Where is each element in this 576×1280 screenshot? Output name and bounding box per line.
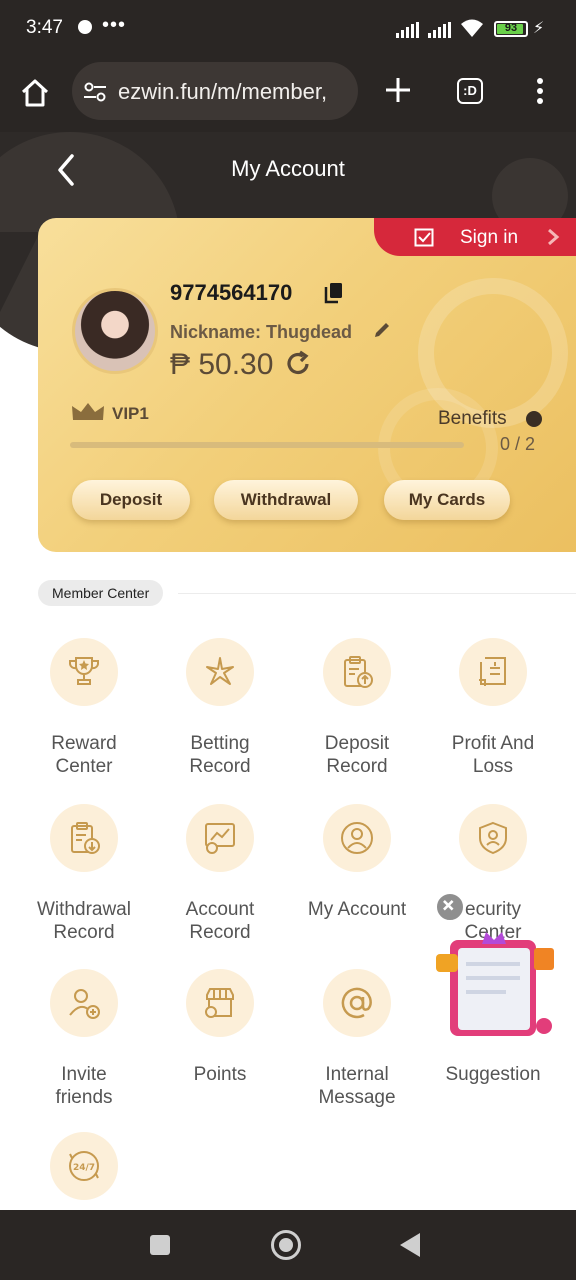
copy-icon[interactable]	[324, 282, 344, 304]
back-button[interactable]	[400, 1233, 420, 1257]
monitor-chart-icon	[186, 804, 254, 872]
member-item-reward-center[interactable]: Reward Center	[14, 638, 154, 778]
balance-amount: ₱ 50.30	[170, 348, 274, 381]
charging-icon: ⚡	[533, 20, 545, 37]
status-more-dots: •••	[102, 14, 127, 36]
divider	[178, 593, 576, 594]
user-id: 9774564170	[170, 280, 293, 305]
browser-toolbar: ezwin.fun/m/member, :D	[0, 58, 576, 132]
benefits-arrow-icon[interactable]	[526, 411, 542, 427]
store-icon	[186, 969, 254, 1037]
sparkle-icon	[186, 638, 254, 706]
member-item-deposit-record[interactable]: Deposit Record	[287, 638, 427, 778]
vip-progress-bar	[70, 442, 464, 448]
member-item-my-account[interactable]: My Account	[287, 804, 427, 921]
member-item-label: Withdrawal Record	[37, 899, 131, 943]
user-circle-icon	[323, 804, 391, 872]
member-item-label: Suggestion	[445, 1064, 541, 1085]
status-time: 3:47	[26, 17, 63, 38]
system-nav-bar	[0, 1210, 576, 1280]
chevron-right-icon	[548, 228, 560, 246]
vip-level: VIP1	[112, 404, 149, 423]
home-icon[interactable]	[18, 76, 52, 110]
deposit-button[interactable]: Deposit	[72, 480, 190, 520]
signal-icon	[396, 22, 419, 38]
site-settings-icon[interactable]	[82, 79, 108, 105]
clipboard-upload-icon	[323, 638, 391, 706]
account-header: My Account Sign in 9774564170 Nickname: …	[0, 132, 576, 592]
close-icon[interactable]	[435, 892, 465, 922]
member-item-points[interactable]: Points	[150, 969, 290, 1086]
signin-label: Sign in	[460, 227, 519, 248]
status-bar: 3:47 ••• 93 ⚡	[0, 0, 576, 58]
member-item-betting-record[interactable]: Betting Record	[150, 638, 290, 778]
page-title: My Account	[231, 156, 345, 181]
new-tab-icon[interactable]	[384, 76, 412, 104]
wifi-icon	[461, 19, 483, 37]
promo-gift-book-icon[interactable]	[436, 930, 558, 1042]
member-item-label: Points	[193, 1064, 247, 1085]
chat-bubble-icon	[78, 20, 92, 34]
svg-text:24/7: 24/7	[73, 1163, 95, 1173]
signin-button[interactable]: Sign in	[374, 218, 576, 256]
trophy-icon	[50, 638, 118, 706]
avatar[interactable]	[72, 288, 158, 374]
receipt-icon	[459, 638, 527, 706]
member-item-profit-and-loss[interactable]: Profit And Loss	[423, 638, 563, 778]
member-item-label: Invite friends	[55, 1064, 113, 1108]
member-item-label: Reward Center	[51, 733, 117, 777]
member-item-label: My Account	[307, 899, 407, 920]
tab-switcher-button[interactable]: :D	[457, 78, 483, 104]
recent-apps-button[interactable]	[150, 1235, 170, 1255]
member-item-withdrawal-record[interactable]: Withdrawal Record	[14, 804, 154, 944]
user-add-icon	[50, 969, 118, 1037]
member-center-heading: Member Center	[38, 580, 164, 606]
browser-menu-icon[interactable]	[536, 78, 544, 106]
benefits-link[interactable]: Benefits	[438, 408, 507, 430]
my-cards-button[interactable]: My Cards	[384, 480, 510, 520]
member-item-label: Account Record	[185, 899, 255, 943]
withdrawal-button[interactable]: Withdrawal	[214, 480, 358, 520]
url-text[interactable]: ezwin.fun/m/member,	[118, 79, 350, 105]
home-button[interactable]	[271, 1230, 301, 1260]
refresh-icon[interactable]	[284, 350, 312, 378]
member-item-label: Deposit Record	[324, 733, 390, 777]
account-card: Sign in 9774564170 Nickname: Thugdead ₱ …	[38, 218, 576, 552]
member-item-internal-message[interactable]: Internal Message	[287, 969, 427, 1109]
nickname: Nickname: Thugdead	[170, 322, 353, 342]
clipboard-download-icon	[50, 804, 118, 872]
member-item-ecurity-center[interactable]: ecurity Center	[423, 804, 563, 944]
edit-pencil-icon[interactable]	[372, 320, 392, 340]
vip-progress-text: 0 / 2	[500, 434, 536, 454]
support-24-7-icon: 24/7	[50, 1132, 118, 1200]
signal-icon-2	[428, 22, 451, 38]
member-item-label: Internal Message	[318, 1064, 396, 1108]
member-item-label: Profit And Loss	[451, 733, 535, 777]
crown-icon	[72, 403, 104, 420]
member-item-label: Betting Record	[189, 733, 251, 777]
shield-user-icon	[459, 804, 527, 872]
battery-icon: 93	[494, 21, 528, 37]
calendar-check-icon	[414, 228, 434, 247]
battery-percent: 93	[504, 22, 518, 34]
at-icon	[323, 969, 391, 1037]
member-item-invite-friends[interactable]: Invite friends	[14, 969, 154, 1109]
address-bar[interactable]: ezwin.fun/m/member,	[72, 62, 358, 120]
member-item-account-record[interactable]: Account Record	[150, 804, 290, 944]
